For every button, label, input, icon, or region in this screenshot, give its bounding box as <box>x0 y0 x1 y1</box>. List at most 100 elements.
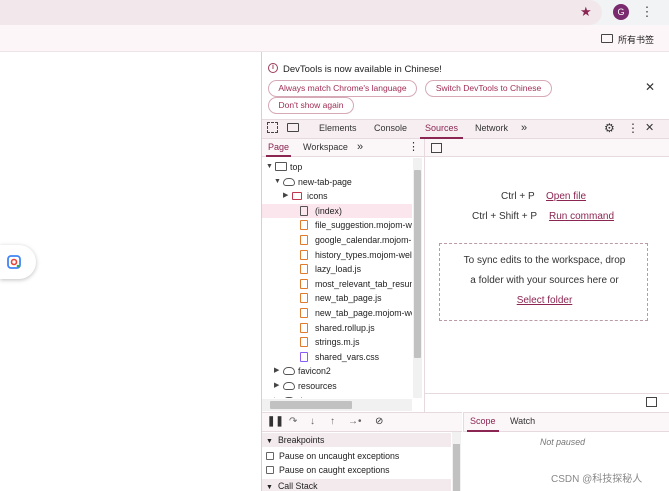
tree-item-label: most_relevant_tab_resum <box>315 278 412 289</box>
css-file-icon <box>300 351 308 362</box>
collapsed-arrow-icon[interactable]: ▶ <box>274 394 279 398</box>
bookmark-star-icon[interactable]: ★ <box>580 4 592 20</box>
tree-item[interactable]: shared.rollup.js <box>262 321 412 335</box>
breakpoints-section-header[interactable]: ▼ Breakpoints <box>262 433 451 447</box>
tree-item[interactable]: (index) <box>262 203 412 218</box>
js-file-icon <box>300 220 308 231</box>
lens-icon <box>7 255 21 269</box>
tree-item-label: new_tab_page.mojom-we <box>315 308 412 318</box>
collapsed-arrow-icon[interactable]: ▶ <box>274 364 279 378</box>
tab-console[interactable]: Console <box>374 119 407 139</box>
address-bar[interactable] <box>0 0 602 25</box>
tree-item[interactable]: ▼ new-tab-page <box>262 175 412 189</box>
js-file-icon <box>300 264 308 275</box>
editor-status-bar <box>425 393 669 412</box>
js-file-icon <box>300 337 308 348</box>
tree-item-label: resources <box>298 381 337 391</box>
tab-network[interactable]: Network <box>475 119 508 139</box>
callstack-section-header[interactable]: ▼ Call Stack <box>262 479 451 491</box>
js-file-icon <box>300 322 308 333</box>
dont-show-again-button[interactable]: Don't show again <box>268 97 354 114</box>
tree-item[interactable]: history_types.mojom-wel <box>262 248 412 262</box>
js-file-icon <box>300 308 308 318</box>
tree-item[interactable]: strings.m.js <box>262 335 412 349</box>
tree-item[interactable]: new_tab_page.mojom-we <box>262 306 412 320</box>
tree-item[interactable]: ▶ icons <box>262 189 412 203</box>
subtab-page[interactable]: Page <box>266 139 292 157</box>
tree-item[interactable]: lazy_load.js <box>262 262 412 276</box>
workspace-drop-zone[interactable]: To sync edits to the workspace, drop a f… <box>439 243 648 321</box>
tree-item[interactable]: ▼ top <box>262 160 412 174</box>
cloud-icon <box>283 396 295 398</box>
cloud-icon <box>283 177 295 186</box>
settings-gear-icon[interactable]: ⚙ <box>604 119 615 139</box>
collapsed-arrow-icon[interactable]: ▶ <box>274 379 279 393</box>
tab-elements[interactable]: Elements <box>319 119 357 139</box>
step-over-icon[interactable]: ↷ <box>289 415 297 429</box>
tab-watch[interactable]: Watch <box>510 412 535 432</box>
step-icon[interactable]: →• <box>348 415 362 429</box>
switch-chinese-button[interactable]: Switch DevTools to Chinese <box>425 80 552 97</box>
tree-item-label: new_tab_page.js <box>315 293 382 304</box>
collapsed-arrow-icon[interactable]: ▶ <box>283 189 288 203</box>
toggle-debugger-icon[interactable] <box>646 397 657 407</box>
tree-item-label: top <box>290 162 303 172</box>
profile-avatar[interactable]: G <box>613 4 629 20</box>
file-tree: ▼ top ▼ new-tab-page ▶ icons (index) file_sugge… <box>262 158 412 398</box>
pause-icon[interactable]: ❚❚ <box>267 415 284 429</box>
select-folder-link[interactable]: Select folder <box>517 295 573 306</box>
tree-item[interactable]: new_tab_page.js <box>262 291 412 305</box>
tree-item[interactable]: ▶ favicon2 <box>262 364 412 378</box>
drop-text-line1: To sync edits to the workspace, drop <box>463 255 626 266</box>
device-toolbar-icon[interactable] <box>287 123 299 132</box>
folder-icon <box>601 34 613 43</box>
tree-scroll-thumb[interactable] <box>414 170 421 358</box>
tree-item[interactable]: shared_vars.css <box>262 350 412 364</box>
more-tabs-icon[interactable]: » <box>521 119 527 139</box>
tree-item-label: (index) <box>315 205 342 216</box>
tree-item[interactable]: file_suggestion.mojom-w <box>262 218 412 232</box>
frame-icon <box>275 162 287 171</box>
step-out-icon[interactable]: ↑ <box>330 415 335 429</box>
tree-item-label: shared_vars.css <box>315 351 380 362</box>
chrome-menu-icon[interactable]: ⋮ <box>640 3 654 21</box>
tree-item[interactable]: ▶ resources <box>262 379 412 393</box>
tree-item[interactable]: google_calendar.mojom- <box>262 233 412 247</box>
tree-item-label: icons <box>307 191 328 202</box>
tree-item-label: history_types.mojom-wel <box>315 249 412 260</box>
tab-sources[interactable]: Sources <box>420 119 464 139</box>
debugger-scroll-thumb[interactable] <box>453 444 460 491</box>
step-into-icon[interactable]: ↓ <box>310 415 315 429</box>
all-bookmarks-link[interactable]: 所有书签 <box>618 33 654 46</box>
tree-item-label: strings.m.js <box>315 337 360 348</box>
tab-scope[interactable]: Scope <box>467 412 499 432</box>
close-infobar-icon[interactable]: ✕ <box>645 81 655 93</box>
deactivate-breakpoints-icon[interactable]: ⊘ <box>375 415 383 429</box>
document-icon <box>300 205 308 216</box>
expanded-arrow-icon[interactable]: ▼ <box>274 175 281 189</box>
expanded-arrow-icon[interactable]: ▼ <box>266 160 273 174</box>
pause-uncaught-checkbox[interactable] <box>266 452 274 460</box>
navigator-menu-icon[interactable]: ⋮ <box>408 139 419 157</box>
subtab-workspace[interactable]: Workspace <box>303 139 348 157</box>
not-paused-text: Not paused <box>540 437 585 447</box>
devtools-menu-icon[interactable]: ⋮ <box>627 119 639 139</box>
infobar-message: DevTools is now available in Chinese! <box>283 64 442 75</box>
tree-hscroll-thumb[interactable] <box>270 401 352 409</box>
match-language-button[interactable]: Always match Chrome's language <box>268 80 417 97</box>
toggle-navigator-icon[interactable] <box>431 143 442 153</box>
info-icon: i <box>268 63 278 73</box>
tree-item[interactable]: ▶ theme <box>262 394 412 398</box>
navigator-divider[interactable] <box>424 139 425 412</box>
open-file-link[interactable]: Open file <box>546 191 586 202</box>
google-lens-button[interactable] <box>0 245 36 279</box>
close-devtools-icon[interactable]: ✕ <box>645 119 654 139</box>
pause-caught-checkbox[interactable] <box>266 466 274 474</box>
tree-item[interactable]: most_relevant_tab_resum <box>262 277 412 291</box>
inspect-element-icon[interactable] <box>267 122 278 133</box>
pause-uncaught-label: Pause on uncaught exceptions <box>279 451 400 461</box>
run-command-link[interactable]: Run command <box>549 211 614 222</box>
tree-item-label: new-tab-page <box>298 176 352 187</box>
js-file-icon <box>300 235 308 245</box>
more-subtabs-icon[interactable]: » <box>357 139 363 157</box>
